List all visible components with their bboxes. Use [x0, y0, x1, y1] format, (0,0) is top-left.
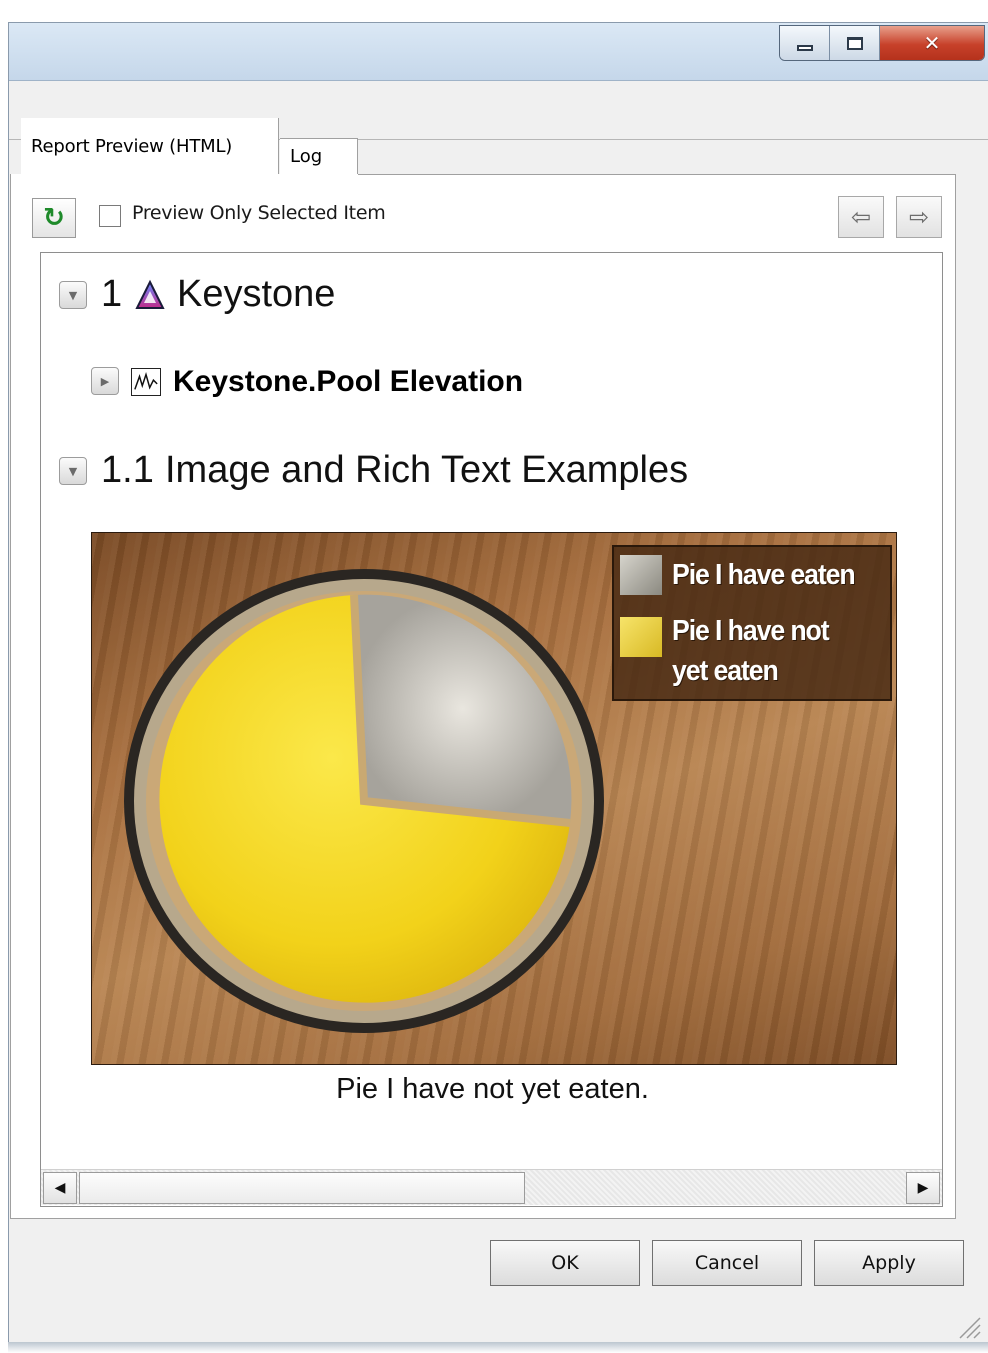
preview-selected-checkbox[interactable] — [99, 205, 121, 227]
collapse-icon: ▼ — [68, 288, 78, 302]
legend-swatch-eaten — [620, 555, 662, 595]
collapse-toggle-section-1[interactable]: ▼ — [59, 281, 87, 309]
close-button[interactable]: ✕ — [880, 26, 984, 60]
section-1-1-number: 1.1 — [101, 449, 154, 491]
pie-photo: Pie I have eaten Pie I have not yet eate… — [91, 532, 897, 1065]
forward-button[interactable]: ⇨ — [896, 196, 942, 238]
apply-button[interactable]: Apply — [814, 1240, 964, 1286]
back-button[interactable]: ⇦ — [838, 196, 884, 238]
arrow-right-icon: ⇨ — [908, 203, 930, 231]
pie-legend: Pie I have eaten Pie I have not yet eate… — [612, 545, 892, 701]
scroll-right-icon: ▶ — [917, 1180, 929, 1196]
legend-label-not-eaten: Pie I have not yet eaten — [672, 615, 830, 687]
line-chart-icon — [131, 368, 161, 396]
pie-slice-eaten — [354, 594, 572, 823]
triangle-icon — [135, 279, 165, 309]
minimize-button[interactable] — [780, 26, 830, 60]
tab-report-preview[interactable]: Report Preview (HTML) — [21, 118, 279, 174]
collapse-toggle-section-1-1[interactable]: ▼ — [59, 457, 87, 485]
scroll-left-icon: ◀ — [54, 1180, 66, 1196]
legend-label-eaten: Pie I have eaten — [672, 559, 856, 591]
refresh-button[interactable]: ↻ — [32, 198, 76, 238]
ok-button[interactable]: OK — [490, 1240, 640, 1286]
maximize-button[interactable] — [830, 26, 880, 60]
maximize-icon — [846, 36, 863, 50]
scroll-right-button[interactable]: ▶ — [906, 1172, 940, 1204]
scroll-thumb[interactable] — [79, 1172, 525, 1204]
horizontal-scrollbar[interactable]: ◀ ▶ — [41, 1169, 942, 1205]
scroll-left-button[interactable]: ◀ — [43, 1172, 77, 1204]
title-bar[interactable]: ✕ — [9, 23, 988, 81]
image-caption: Pie I have not yet eaten. — [336, 1073, 649, 1105]
preview-selected-label: Preview Only Selected Item — [132, 202, 386, 224]
arrow-left-icon: ⇦ — [850, 203, 872, 231]
section-1-1-title: Image and Rich Text Examples — [165, 449, 689, 491]
tab-strip-line — [358, 174, 956, 175]
expand-icon: ▶ — [100, 374, 110, 388]
close-icon: ✕ — [923, 31, 941, 55]
legend-swatch-not-eaten — [620, 617, 662, 657]
tab-label: Report Preview (HTML) — [31, 135, 233, 157]
pool-elevation-link[interactable]: Keystone.Pool Elevation — [173, 365, 523, 399]
caption-buttons: ✕ — [779, 25, 985, 61]
report-preview-pane[interactable]: ▼ 1 Keystone ▶ Keystone.Pool Elevation ▼… — [40, 252, 943, 1207]
window-bottom-edge — [8, 1342, 988, 1353]
tab-label: Log — [290, 146, 323, 167]
cancel-button[interactable]: Cancel — [652, 1240, 802, 1286]
collapse-icon: ▼ — [68, 464, 78, 478]
refresh-icon: ↻ — [43, 203, 65, 233]
expand-toggle-pool-elevation[interactable]: ▶ — [91, 367, 119, 395]
section-1-title: Keystone — [177, 273, 336, 315]
minimize-icon — [796, 45, 813, 51]
section-1-number: 1 — [101, 273, 123, 315]
resize-grip-icon[interactable] — [954, 1312, 982, 1340]
tab-log[interactable]: Log — [280, 138, 358, 174]
